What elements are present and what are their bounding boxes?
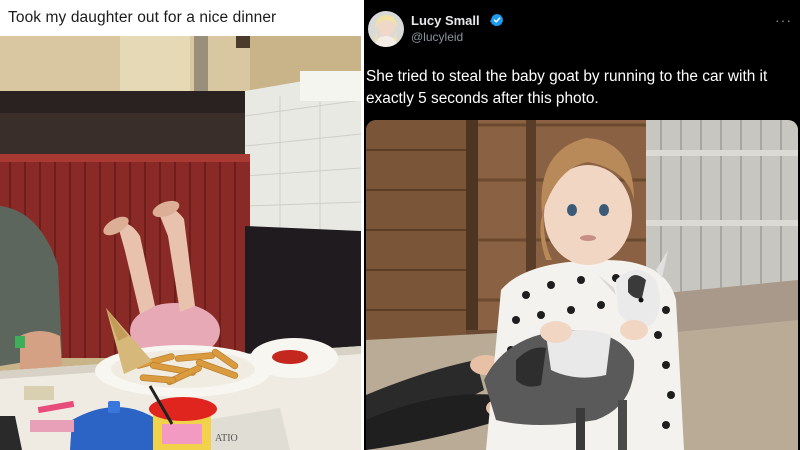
- user-handle[interactable]: @lucyleid: [411, 30, 463, 44]
- dinner-photo[interactable]: ATIO: [0, 36, 361, 450]
- verified-badge-icon: [490, 13, 504, 27]
- post-caption: Took my daughter out for a nice dinner: [8, 9, 277, 26]
- tweet-text: She tried to steal the baby goat by runn…: [366, 68, 768, 107]
- goat-photo-illustration: [366, 120, 798, 450]
- dinner-photo-illustration: ATIO: [0, 36, 361, 450]
- avatar-image: [368, 11, 404, 47]
- avatar[interactable]: [368, 11, 404, 47]
- goat-photo[interactable]: [366, 120, 798, 450]
- tweet-card: Lucy Small @lucyleid ··· She tried to st…: [364, 0, 800, 450]
- svg-text:ATIO: ATIO: [215, 433, 238, 444]
- display-name[interactable]: Lucy Small: [411, 13, 480, 28]
- ellipsis-icon[interactable]: ···: [775, 12, 792, 28]
- left-post: Took my daughter out for a nice dinner A…: [0, 0, 361, 450]
